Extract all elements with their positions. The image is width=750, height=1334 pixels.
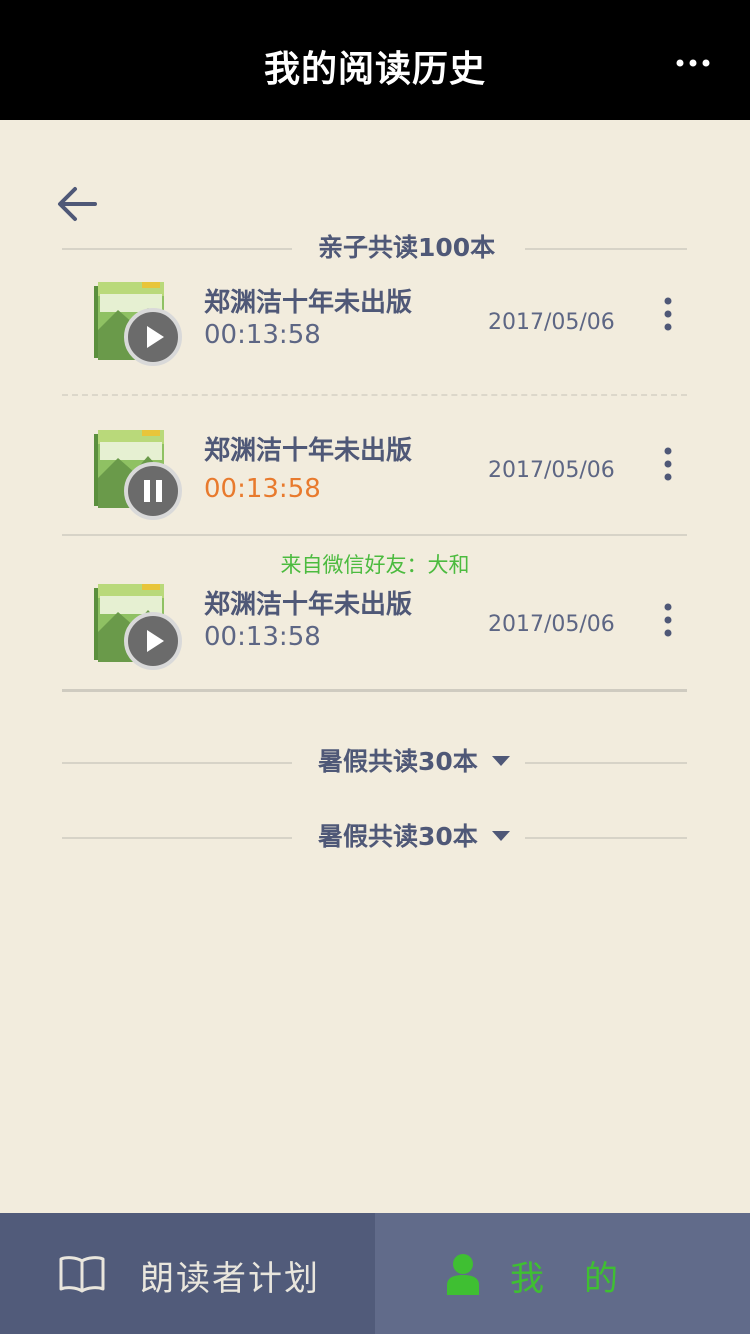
list-item[interactable]: 郑渊洁十年未出版 00:13:58 2017/05/06 bbox=[62, 280, 687, 380]
tab-label: 我的 bbox=[510, 1259, 658, 1299]
back-arrow-icon[interactable] bbox=[55, 183, 99, 227]
section-end-divider bbox=[62, 689, 687, 692]
duration: 00:13:58 bbox=[204, 474, 321, 504]
book-icon bbox=[59, 1256, 105, 1293]
page-title: 我的阅读历史 bbox=[263, 49, 486, 90]
title-bar: 我的阅读历史 bbox=[0, 0, 750, 120]
list-item[interactable]: 郑渊洁十年未出版 00:13:58 2017/05/06 bbox=[62, 582, 687, 682]
section-divider bbox=[62, 762, 292, 764]
section-title: 亲子共读100本 bbox=[318, 233, 496, 262]
section-divider bbox=[62, 837, 292, 839]
section-divider bbox=[525, 248, 687, 250]
read-date: 2017/05/06 bbox=[488, 458, 615, 483]
user-icon bbox=[447, 1254, 479, 1295]
section-header[interactable]: 亲子共读100本 bbox=[62, 228, 687, 268]
section-title: 暑假共读30本 bbox=[318, 822, 478, 851]
read-date: 2017/05/06 bbox=[488, 612, 615, 637]
item-divider bbox=[62, 534, 687, 536]
section-header-collapsed[interactable]: 暑假共读30本 bbox=[62, 817, 687, 857]
item-divider bbox=[62, 394, 687, 396]
shared-source-text: 来自微信好友：大和 bbox=[280, 553, 470, 577]
read-date: 2017/05/06 bbox=[488, 310, 615, 335]
section-title: 暑假共读30本 bbox=[318, 747, 478, 776]
kebab-menu-icon[interactable] bbox=[662, 602, 674, 642]
tab-label: 朗读者计划 bbox=[140, 1259, 320, 1299]
bottom-tab-bar: 朗读者计划 我的 bbox=[0, 1213, 750, 1334]
section-divider bbox=[525, 762, 687, 764]
kebab-menu-icon[interactable] bbox=[662, 446, 674, 486]
more-dots-icon[interactable] bbox=[676, 58, 710, 68]
section-header-collapsed[interactable]: 暑假共读30本 bbox=[62, 742, 687, 782]
duration: 00:13:58 bbox=[204, 320, 321, 350]
tab-mine[interactable]: 我的 bbox=[375, 1213, 750, 1334]
section-divider bbox=[62, 248, 292, 250]
book-title: 郑渊洁十年未出版 bbox=[204, 436, 413, 466]
tab-reader-plan[interactable]: 朗读者计划 bbox=[0, 1213, 375, 1334]
play-icon[interactable] bbox=[124, 308, 182, 366]
kebab-menu-icon[interactable] bbox=[662, 296, 674, 336]
duration: 00:13:58 bbox=[204, 622, 321, 652]
caret-down-icon[interactable] bbox=[492, 756, 510, 766]
play-icon[interactable] bbox=[124, 612, 182, 670]
pause-icon[interactable] bbox=[124, 462, 182, 520]
book-title: 郑渊洁十年未出版 bbox=[204, 288, 413, 318]
section-divider bbox=[525, 837, 687, 839]
caret-down-icon[interactable] bbox=[492, 831, 510, 841]
book-title: 郑渊洁十年未出版 bbox=[204, 590, 413, 620]
list-item[interactable]: 郑渊洁十年未出版 00:13:58 2017/05/06 bbox=[62, 428, 687, 528]
